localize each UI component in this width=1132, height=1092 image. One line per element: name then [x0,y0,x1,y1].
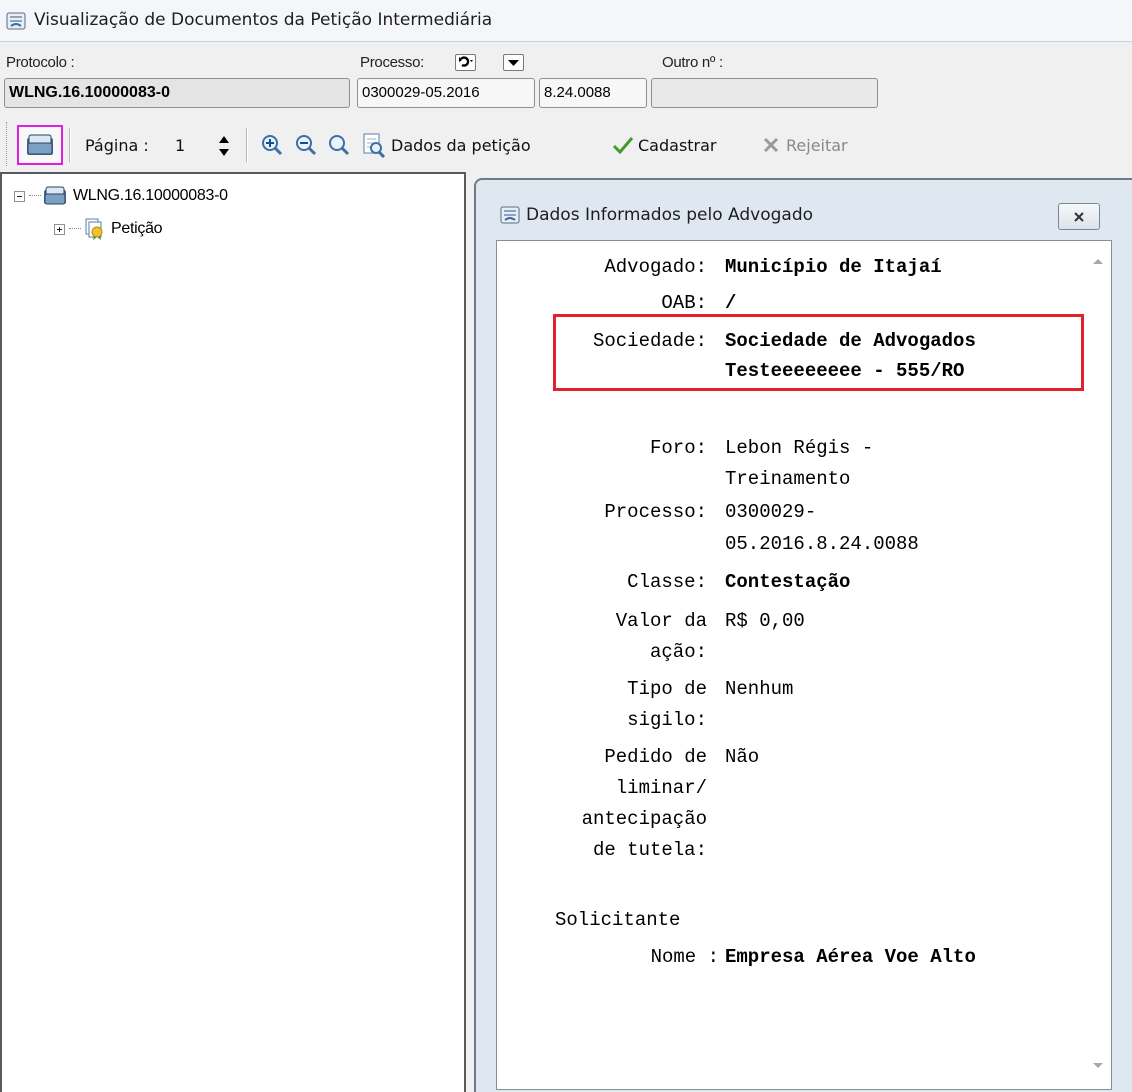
zoom-in-icon [262,135,283,156]
collapse-icon[interactable] [14,190,25,202]
sigilo-key-line-1: Tipo de [627,678,707,700]
zoom-in-button[interactable] [260,130,284,160]
valor-value: R$ 0,00 [725,610,805,632]
liminar-key-line-4: de tutela: [592,839,707,861]
history-button[interactable] [455,54,476,71]
sigilo-value: Nenhum [725,678,794,700]
dialog-title: Dados Informados pelo Advogado [526,205,814,225]
nome-key: Nome : [650,946,719,968]
tree-item-peticao[interactable]: Petição [54,218,163,240]
close-icon [1074,211,1084,222]
sigilo-key-line-2: sigilo: [627,709,707,731]
processo-label: Processo: [360,54,424,71]
outro-label: Outro nº : [662,54,723,71]
app-icon [500,206,520,224]
toolbar: Página : 1 Dados da petição Cadastrar Re… [0,118,1132,172]
toolbar-separator [69,128,71,162]
toolbar-separator [246,128,248,162]
processo-key: Processo: [604,501,707,523]
foro-value-line-1: Lebon Régis - [725,437,874,459]
tree-root[interactable]: WLNG.16.10000083-0 [14,186,228,206]
processo-value-line-1: 0300029- [725,501,817,523]
dados-peticao-label: Dados da petição [391,135,531,155]
processo-value-line-2: 05.2016.8.24.0088 [725,533,919,555]
liminar-key-line-2: liminar/ [615,777,707,799]
scroll-up-icon[interactable] [1093,259,1103,264]
valor-key-line-1: Valor da [615,610,707,632]
app-icon [6,12,26,34]
foro-value-line-2: Treinamento [725,468,851,490]
zoom-out-icon [296,135,317,156]
tree-root-label: WLNG.16.10000083-0 [73,187,228,204]
dialog-content[interactable]: Advogado: Município de Itajaí OAB: / Soc… [496,240,1112,1090]
sociedade-value-line-1: Sociedade de Advogados [725,330,976,352]
sociedade-key: Sociedade: [592,330,707,352]
solicitante-heading: Solicitante [555,909,681,931]
dados-advogado-dialog: Dados Informados pelo Advogado Advogado:… [474,178,1132,1092]
scroll-down-icon[interactable] [1093,1063,1103,1068]
foro-key: Foro: [649,437,707,459]
valor-key-line-2: ação: [649,641,707,663]
protocolo-field[interactable]: WLNG.16.10000083-0 [4,78,350,108]
rejeitar-button[interactable]: Rejeitar [762,130,848,160]
processo-foro-field[interactable]: 8.24.0088 [539,78,647,108]
window-title: Visualização de Documentos da Petição In… [34,10,493,30]
certified-document-icon [85,218,103,240]
sociedade-value-line-2: Testeeeeeeee - 555/RO [725,360,965,382]
folder-button[interactable] [17,125,63,165]
dados-peticao-button[interactable]: Dados da petição [361,130,531,160]
rejeitar-label: Rejeitar [786,135,848,155]
outro-numero-field[interactable] [651,78,878,108]
dialog-close-button[interactable] [1058,203,1100,230]
tree-item-peticao-label: Petição [111,220,163,237]
pagina-label: Página : [85,135,149,155]
cadastrar-button[interactable]: Cadastrar [612,130,717,160]
classe-value: Contestação [725,571,851,593]
pagina-spinner[interactable] [217,132,231,160]
liminar-value: Não [725,746,760,768]
magnifier-icon [329,135,350,156]
document-tree: WLNG.16.10000083-0 Petição [0,172,466,1092]
cadastrar-label: Cadastrar [638,135,717,155]
liminar-key-line-1: Pedido de [604,746,707,768]
check-icon [612,137,634,154]
folder-icon [27,134,53,155]
window-title-bar: Visualização de Documentos da Petição In… [0,0,1132,42]
nome-value: Empresa Aérea Voe Alto [725,946,976,968]
processo-number-field[interactable]: 0300029-05.2016 [357,78,535,108]
folder-icon [44,186,66,205]
document-search-icon [363,133,386,158]
protocolo-label: Protocolo : [6,54,75,71]
dropdown-button[interactable] [503,54,524,71]
advogado-value: Município de Itajaí [725,256,942,278]
toolbar-grip [6,122,10,166]
expand-icon[interactable] [54,223,65,235]
close-icon [763,137,779,153]
classe-key: Classe: [627,571,707,593]
zoom-fit-button[interactable] [327,130,351,160]
advogado-key: Advogado: [604,256,707,278]
liminar-key-line-3: antecipação [581,808,707,830]
pagina-value[interactable]: 1 [175,136,185,155]
zoom-out-button[interactable] [294,130,318,160]
